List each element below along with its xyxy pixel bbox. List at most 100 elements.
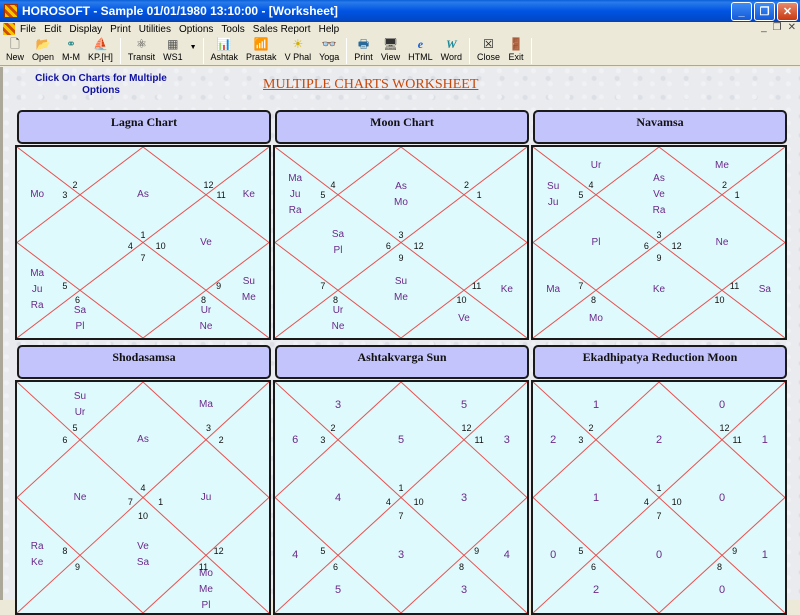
house-5-content: 0 <box>550 549 557 562</box>
chart-navamsa[interactable]: As Ve Ra Ur Su Ju Pl Ma Mo Ke Sa Ne Me 3 4 5 6 7 8 9 10 11… <box>531 145 787 340</box>
close-button[interactable]: ✕ <box>777 2 798 21</box>
menu-print[interactable]: Print <box>110 24 131 35</box>
house-12-sign-number: 12 <box>719 423 730 434</box>
house-10-content: 3 <box>460 491 468 504</box>
chart-grid <box>17 382 269 613</box>
toolbar-word-button[interactable]: W Word <box>437 36 466 66</box>
chart-header-navamsa[interactable]: Navamsa <box>533 110 787 144</box>
toolbar-label: Yoga <box>319 52 340 62</box>
toolbar-view-button[interactable]: 🖥 View <box>377 36 404 66</box>
toolbar-kp-h-button[interactable]: ⛵ KP.[H] <box>84 36 117 66</box>
toolbar-prastak-button[interactable]: 📶 Prastak <box>242 36 281 66</box>
house-1-sign-number: 3 <box>656 229 662 240</box>
toolbar-ashtak-button[interactable]: 📊 Ashtak <box>207 36 243 66</box>
house-11-content: 3 <box>503 433 510 446</box>
worksheet-icon: ▦ <box>167 37 179 51</box>
house-3-content: Su Ju <box>547 180 560 208</box>
document-icon[interactable] <box>3 23 15 35</box>
toolbar-exit-button[interactable]: 🚪 Exit <box>504 36 528 66</box>
toolbar-m-m-button[interactable]: ⚭ M-M <box>58 36 84 66</box>
hint-text: Click On Charts for Multiple Options <box>35 73 167 96</box>
house-9-sign-number: 11 <box>471 281 482 292</box>
minimize-button[interactable]: _ <box>731 2 752 21</box>
house-8-content: Ur Ne <box>199 304 213 332</box>
mdi-restore-button[interactable]: ❐ <box>773 22 782 33</box>
menu-options[interactable]: Options <box>179 24 213 35</box>
house-7-sign-number: 9 <box>656 252 662 263</box>
menu-help[interactable]: Help <box>319 24 340 35</box>
house-6-content: 2 <box>592 583 600 596</box>
toolbar-label: WS1 <box>163 52 183 62</box>
chart-shodasamsa[interactable]: As Su Ur Ne Ra Ke Ve Sa Mo Me Pl Ju Ma 4 5 6 7 8 9 10 1… <box>15 380 271 615</box>
house-9-sign-number: 11 <box>729 281 740 292</box>
chart-grid <box>17 147 269 338</box>
house-10-sign-number: 10 <box>413 497 424 508</box>
window-title: HOROSOFT - Sample 01/01/1980 13:10:00 - … <box>22 4 338 18</box>
menu-utilities[interactable]: Utilities <box>139 24 171 35</box>
toolbar-new-button[interactable]: 🗋 New <box>2 36 28 66</box>
mdi-close-button[interactable]: ✕ <box>788 22 796 33</box>
chart-lagna-chart[interactable]: As Mo Ma Ju Ra Sa Pl Ur Ne Su Me Ve Ke 1 2 3 4 5 6 7 8 9… <box>15 145 271 340</box>
app-logo-icon <box>4 4 18 18</box>
match-making-icon: ⚭ <box>66 37 77 51</box>
house-7-sign-number: 7 <box>398 510 404 521</box>
house-3-content: Mo <box>30 188 45 200</box>
mdi-minimize-button[interactable]: _ <box>761 22 767 33</box>
internet-explorer-icon: e <box>417 37 424 51</box>
house-6-sign-number: 8 <box>332 294 338 305</box>
house-8-sign-number: 8 <box>716 561 722 572</box>
toolbar-label: KP.[H] <box>88 52 113 62</box>
worksheet-area: Click On Charts for Multiple Options MUL… <box>0 67 800 615</box>
toolbar-label: Transit <box>127 52 156 62</box>
house-6-sign-number: 8 <box>590 294 596 305</box>
toolbar-label: Word <box>440 52 463 62</box>
menu-file[interactable]: File <box>20 24 36 35</box>
menu-display[interactable]: Display <box>69 24 102 35</box>
dropdown-arrow-icon[interactable]: ▼ <box>187 44 200 51</box>
toolbar-transit-button[interactable]: ⚛ Transit <box>124 36 159 66</box>
house-1-sign-number: 1 <box>656 483 662 494</box>
house-4-content: 4 <box>334 491 342 504</box>
house-7-content: 0 <box>655 549 663 562</box>
menu-sales-report[interactable]: Sales Report <box>253 24 311 35</box>
house-1-content: 2 <box>655 433 663 446</box>
chart-header-lagna-chart[interactable]: Lagna Chart <box>17 110 271 144</box>
restore-button[interactable]: ❐ <box>754 2 775 21</box>
menu-tools[interactable]: Tools <box>221 24 244 35</box>
word-icon: W <box>446 37 457 51</box>
toolbar-yoga-button[interactable]: 👓 Yoga <box>315 36 343 66</box>
house-5-sign-number: 7 <box>578 281 584 292</box>
toolbar-close-button[interactable]: ☒ Close <box>473 36 504 66</box>
house-8-content: Mo Me Pl <box>199 567 213 611</box>
toolbar-v-phal-button[interactable]: ☀ V Phal <box>281 36 316 66</box>
chart-moon-chart[interactable]: As Mo Ma Ju Ra Sa Pl Ur Ne Su Me Ve Ke 3 4 5 6 7 8 9 1… <box>273 145 529 340</box>
chart-header-ekadhipatya-reduction-moon[interactable]: Ekadhipatya Reduction Moon <box>533 345 787 379</box>
house-4-content: Pl <box>591 236 601 248</box>
toolbar-separator <box>469 38 471 64</box>
toolbar-open-button[interactable]: 📂 Open <box>28 36 58 66</box>
toolbar-ws1-button[interactable]: ▦ WS1 <box>159 36 187 66</box>
house-5-sign-number: 5 <box>320 545 326 556</box>
house-5-sign-number: 8 <box>62 545 68 556</box>
house-3-content: 6 <box>292 433 299 446</box>
house-4-content: Ne <box>73 491 87 503</box>
house-6-sign-number: 6 <box>590 561 596 572</box>
toolbar-print-button[interactable]: 🖶 Print <box>350 36 377 66</box>
toolbar-label: Open <box>32 52 55 62</box>
chart-header-shodasamsa[interactable]: Shodasamsa <box>17 345 271 379</box>
new-document-icon: 🗋 <box>10 37 20 51</box>
house-12-sign-number: 2 <box>464 180 470 191</box>
chart-header-moon-chart[interactable]: Moon Chart <box>275 110 529 144</box>
house-9-content: Ke <box>500 284 513 296</box>
menu-edit[interactable]: Edit <box>44 24 61 35</box>
toolbar-html-button[interactable]: e HTML <box>404 36 437 66</box>
chart-header-ashtakvarga-sun[interactable]: Ashtakvarga Sun <box>275 345 529 379</box>
house-5-content: 4 <box>292 549 299 562</box>
house-2-sign-number: 4 <box>330 180 336 191</box>
house-5-content: Ma Ju Ra <box>30 268 45 312</box>
chart-ashtakvarga-sun[interactable]: 5 3 6 4 4 5 3 3 4 3 3 5 1 2 3 4 5 6 7 8 9 10 11 12 <box>273 380 529 615</box>
chart-ekadhipatya-reduction-moon[interactable]: 2 1 2 1 0 2 0 0 1 0 1 0 1 2 3 4 5 6 7 8 9 10 11 12 <box>531 380 787 615</box>
kp-icon: ⛵ <box>92 37 108 51</box>
house-1-sign-number: 1 <box>398 483 404 494</box>
toolbar-separator <box>531 38 533 64</box>
